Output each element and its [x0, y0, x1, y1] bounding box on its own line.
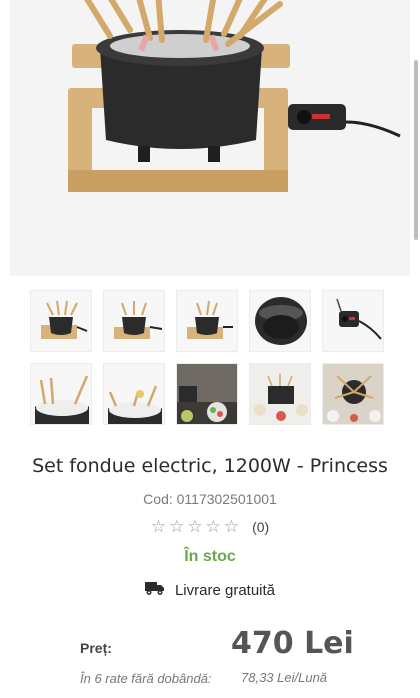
price-value: 470 Lei — [231, 626, 354, 661]
star-empty-icon[interactable]: ☆ — [224, 517, 239, 537]
delivery-label: Livrare gratuită — [174, 582, 276, 599]
thumbnail-9[interactable] — [249, 363, 311, 425]
stock-status: În stoc — [184, 548, 236, 565]
delivery-truck-icon — [144, 580, 165, 601]
thumbnail-7[interactable] — [103, 363, 165, 425]
page-scrollbar[interactable] — [414, 60, 418, 240]
thumbnail-10[interactable] — [322, 363, 384, 425]
star-empty-icon[interactable]: ☆ — [169, 517, 184, 537]
free-delivery: Livrare gratuită — [0, 580, 420, 601]
rating-count[interactable]: (0) — [252, 519, 269, 535]
thumbnail-1[interactable] — [30, 290, 92, 352]
star-empty-icon[interactable]: ☆ — [187, 517, 202, 537]
installment-value: 78,33 Lei/Lună — [241, 670, 328, 685]
star-empty-icon[interactable]: ☆ — [206, 517, 221, 537]
installment-label: În 6 rate fără dobândă: — [80, 671, 212, 686]
thumbnail-2[interactable] — [103, 290, 165, 352]
price-label: Preț: — [80, 640, 112, 656]
thumbnail-6[interactable] — [30, 363, 92, 425]
thumbnail-3[interactable] — [176, 290, 238, 352]
main-product-image[interactable] — [10, 0, 410, 276]
product-title: Set fondue electric, 1200W - Princess — [32, 455, 388, 477]
product-code: Cod: 0117302501001 — [143, 491, 277, 507]
star-empty-icon[interactable]: ☆ — [151, 517, 166, 537]
thumbnail-8[interactable] — [176, 363, 238, 425]
thumbnail-4[interactable] — [249, 290, 311, 352]
product-rating[interactable]: ☆ ☆ ☆ ☆ ☆ (0) — [0, 517, 420, 537]
thumbnail-5[interactable] — [322, 290, 384, 352]
thumbnail-gallery — [30, 290, 392, 425]
